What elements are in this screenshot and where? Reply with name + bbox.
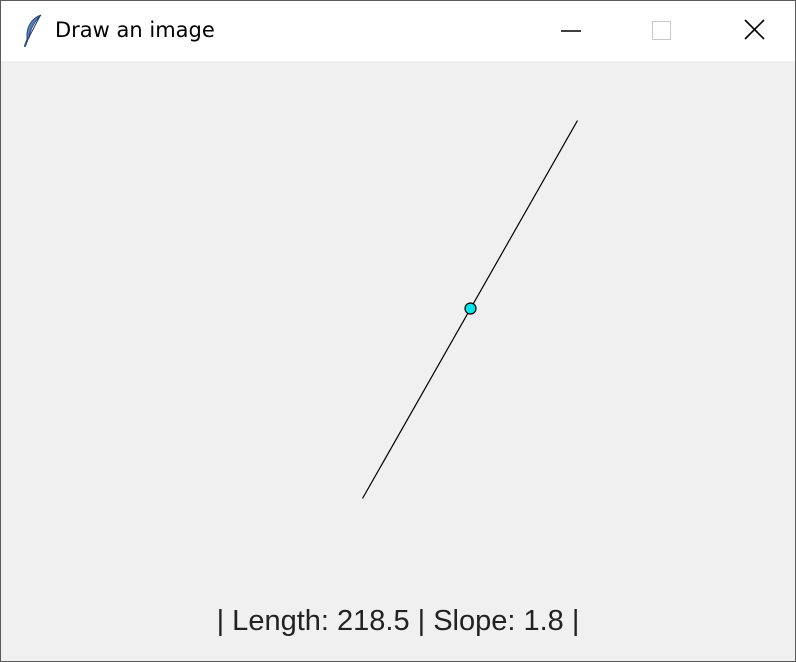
line-midpoint-handle[interactable] — [464, 302, 477, 315]
close-icon — [744, 19, 765, 40]
title-bar[interactable]: Draw an image — [1, 1, 795, 61]
status-text: | Length: 218.5 | Slope: 1.8 | — [216, 605, 580, 637]
drawing-canvas[interactable] — [1, 61, 795, 661]
maximize-icon — [652, 21, 671, 40]
app-window: Draw an image | Length: 218.5 | Slope: 1… — [0, 0, 796, 662]
close-button[interactable] — [707, 1, 795, 61]
window-title: Draw an image — [55, 18, 215, 42]
feather-icon — [21, 13, 45, 47]
minimize-button[interactable] — [525, 1, 617, 61]
canvas-svg — [361, 120, 579, 499]
maximize-button[interactable] — [615, 1, 707, 61]
minimize-icon — [561, 30, 581, 32]
